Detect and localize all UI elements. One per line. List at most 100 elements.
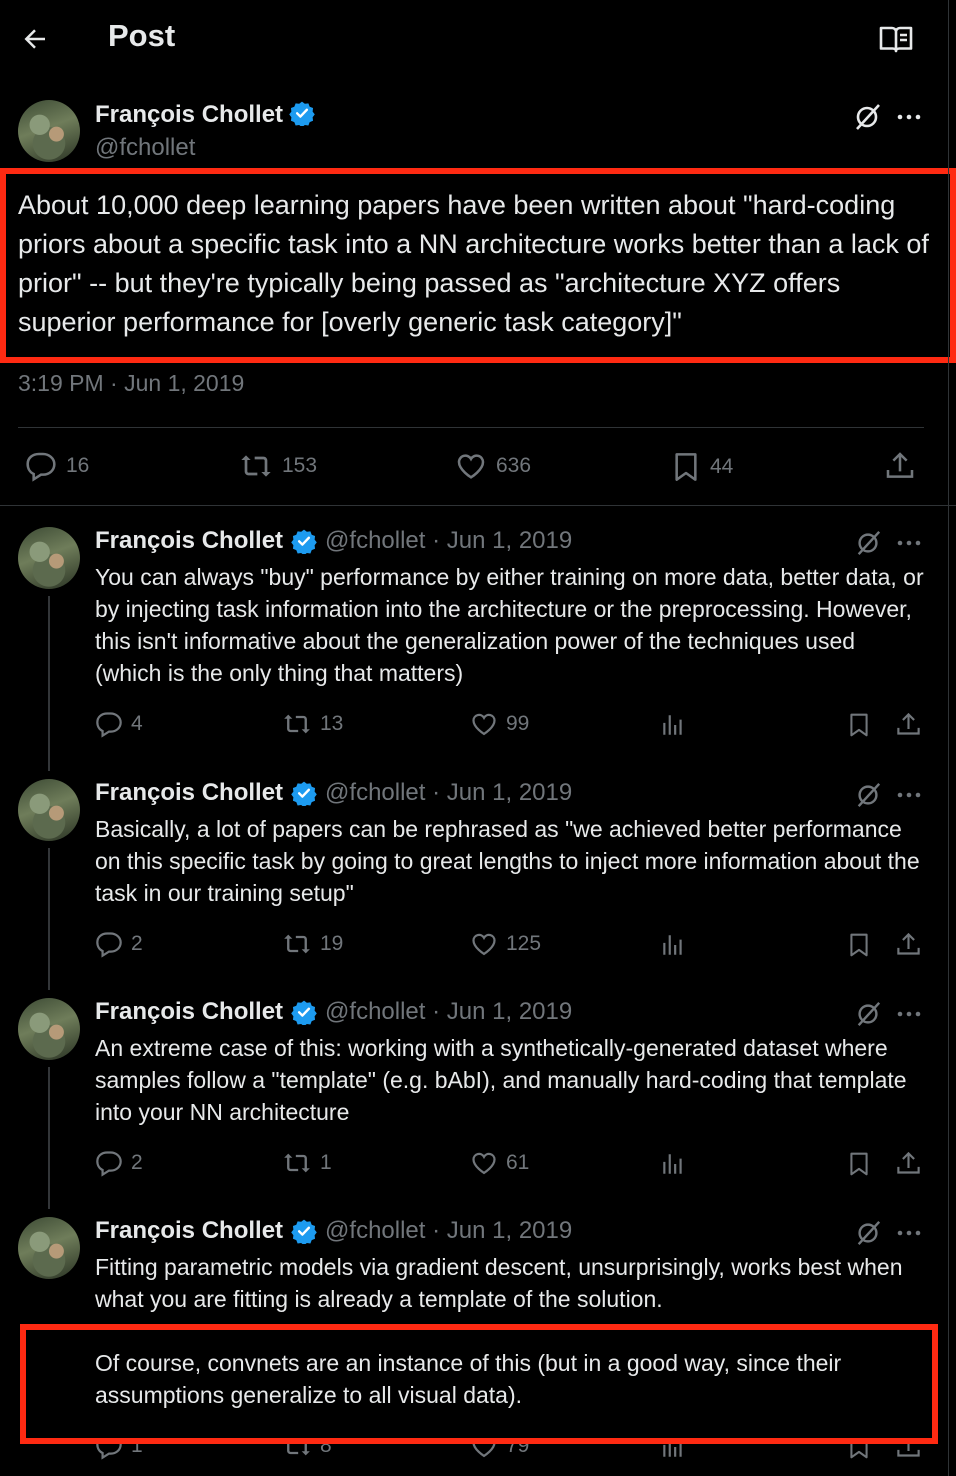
- reply-header[interactable]: François Chollet @fchollet · Jun 1, 2019: [95, 998, 572, 1026]
- repost-count: 1: [320, 1151, 332, 1174]
- handle-date[interactable]: @fchollet · Jun 1, 2019: [325, 998, 572, 1026]
- highlight-box-main: [0, 168, 956, 363]
- more-icon[interactable]: [896, 104, 922, 130]
- handle-date[interactable]: @fchollet · Jun 1, 2019: [325, 1217, 572, 1245]
- more-icon[interactable]: [896, 530, 922, 556]
- reply-icon: [96, 712, 122, 738]
- share-icon[interactable]: [895, 711, 922, 738]
- repost-button[interactable]: 153: [238, 450, 317, 482]
- reply-button[interactable]: 16: [24, 450, 89, 482]
- repost-count: 13: [320, 712, 344, 735]
- bookmark-count: 44: [710, 455, 734, 478]
- views-icon[interactable]: [660, 712, 686, 738]
- verified-badge-icon: [291, 781, 317, 806]
- verified-badge-icon: [289, 101, 315, 126]
- reply-button[interactable]: 4: [95, 710, 143, 738]
- reply-count: 4: [131, 712, 143, 735]
- grok-icon[interactable]: [852, 102, 882, 132]
- more-icon[interactable]: [896, 1001, 922, 1027]
- author-name[interactable]: François Chollet: [95, 101, 283, 128]
- avatar[interactable]: [18, 779, 80, 841]
- grok-icon[interactable]: [854, 529, 882, 557]
- heart-icon: [472, 713, 496, 736]
- repost-count: 153: [282, 454, 318, 477]
- author-name[interactable]: François Chollet: [95, 1217, 283, 1245]
- handle-date[interactable]: @fchollet · Jun 1, 2019: [325, 527, 572, 555]
- verified-badge-icon: [291, 1000, 317, 1025]
- post-timestamp[interactable]: 3:19 PM · Jun 1, 2019: [18, 370, 244, 397]
- avatar[interactable]: [18, 998, 80, 1060]
- bookmark-icon: [675, 453, 697, 481]
- reply-header[interactable]: François Chollet @fchollet · Jun 1, 2019: [95, 779, 572, 807]
- repost-icon: [241, 455, 271, 477]
- bookmark-button[interactable]: 44: [670, 450, 733, 484]
- repost-icon: [284, 714, 310, 734]
- repost-button[interactable]: 13: [282, 710, 343, 738]
- heart-icon: [472, 1152, 496, 1175]
- grok-icon[interactable]: [854, 1000, 882, 1028]
- thread-line: [48, 848, 50, 990]
- reply-count: 16: [66, 454, 90, 477]
- reply-button[interactable]: 2: [95, 1149, 143, 1177]
- like-count: 125: [506, 932, 542, 955]
- back-arrow-icon[interactable]: [20, 24, 50, 54]
- page-title: Post: [108, 18, 176, 53]
- thread-line: [48, 596, 50, 771]
- reply-text: You can always "buy" performance by eith…: [95, 564, 924, 686]
- author-name[interactable]: François Chollet: [95, 998, 283, 1026]
- more-icon[interactable]: [896, 782, 922, 808]
- repost-icon: [284, 1153, 310, 1173]
- reply-count: 2: [131, 1151, 143, 1174]
- bookmark-icon[interactable]: [846, 712, 872, 738]
- like-count: 636: [496, 454, 532, 477]
- reply-icon: [96, 1151, 122, 1177]
- like-count: 99: [506, 712, 530, 735]
- verified-badge-icon: [291, 529, 317, 554]
- reply-text: Basically, a lot of papers can be rephra…: [95, 816, 920, 906]
- more-icon[interactable]: [896, 1220, 922, 1246]
- grok-icon[interactable]: [854, 1219, 882, 1247]
- thread-line: [48, 1067, 50, 1209]
- share-icon[interactable]: [895, 931, 922, 958]
- like-count: 61: [506, 1151, 530, 1174]
- main-author[interactable]: François Chollet: [95, 100, 315, 129]
- reply-icon: [26, 452, 56, 482]
- reply-text: An extreme case of this: working with a …: [95, 1035, 907, 1125]
- heart-icon: [457, 454, 485, 479]
- repost-count: 19: [320, 932, 344, 955]
- bookmark-icon[interactable]: [846, 932, 872, 958]
- reply-text: Fitting parametric models via gradient d…: [95, 1254, 903, 1312]
- author-handle[interactable]: @fchollet: [95, 134, 195, 162]
- divider: [0, 505, 956, 506]
- column-border: [948, 0, 949, 1476]
- avatar[interactable]: [18, 100, 80, 162]
- reply-button[interactable]: 2: [95, 930, 143, 958]
- bookmark-icon[interactable]: [846, 1151, 872, 1177]
- avatar[interactable]: [18, 527, 80, 589]
- reply-header[interactable]: François Chollet @fchollet · Jun 1, 2019: [95, 527, 572, 555]
- author-name[interactable]: François Chollet: [95, 779, 283, 807]
- verified-badge-icon: [291, 1219, 317, 1244]
- views-icon[interactable]: [660, 932, 686, 958]
- author-name[interactable]: François Chollet: [95, 527, 283, 555]
- reader-mode-icon[interactable]: [878, 22, 914, 56]
- heart-icon: [472, 933, 496, 956]
- like-button[interactable]: 99: [470, 710, 529, 738]
- share-icon[interactable]: [884, 450, 916, 482]
- handle-date[interactable]: @fchollet · Jun 1, 2019: [325, 779, 572, 807]
- reply-icon: [96, 932, 122, 958]
- divider: [18, 427, 924, 428]
- reply-count: 2: [131, 932, 143, 955]
- grok-icon[interactable]: [854, 781, 882, 809]
- avatar[interactable]: [18, 1217, 80, 1279]
- repost-icon: [284, 934, 310, 954]
- views-icon[interactable]: [660, 1151, 686, 1177]
- like-button[interactable]: 636: [454, 450, 531, 482]
- share-icon[interactable]: [895, 1150, 922, 1177]
- repost-button[interactable]: 19: [282, 930, 343, 958]
- reply-header[interactable]: François Chollet @fchollet · Jun 1, 2019: [95, 1217, 572, 1245]
- repost-button[interactable]: 1: [282, 1149, 332, 1177]
- like-button[interactable]: 61: [470, 1149, 529, 1177]
- like-button[interactable]: 125: [470, 930, 541, 958]
- highlight-box-reply: [20, 1324, 938, 1444]
